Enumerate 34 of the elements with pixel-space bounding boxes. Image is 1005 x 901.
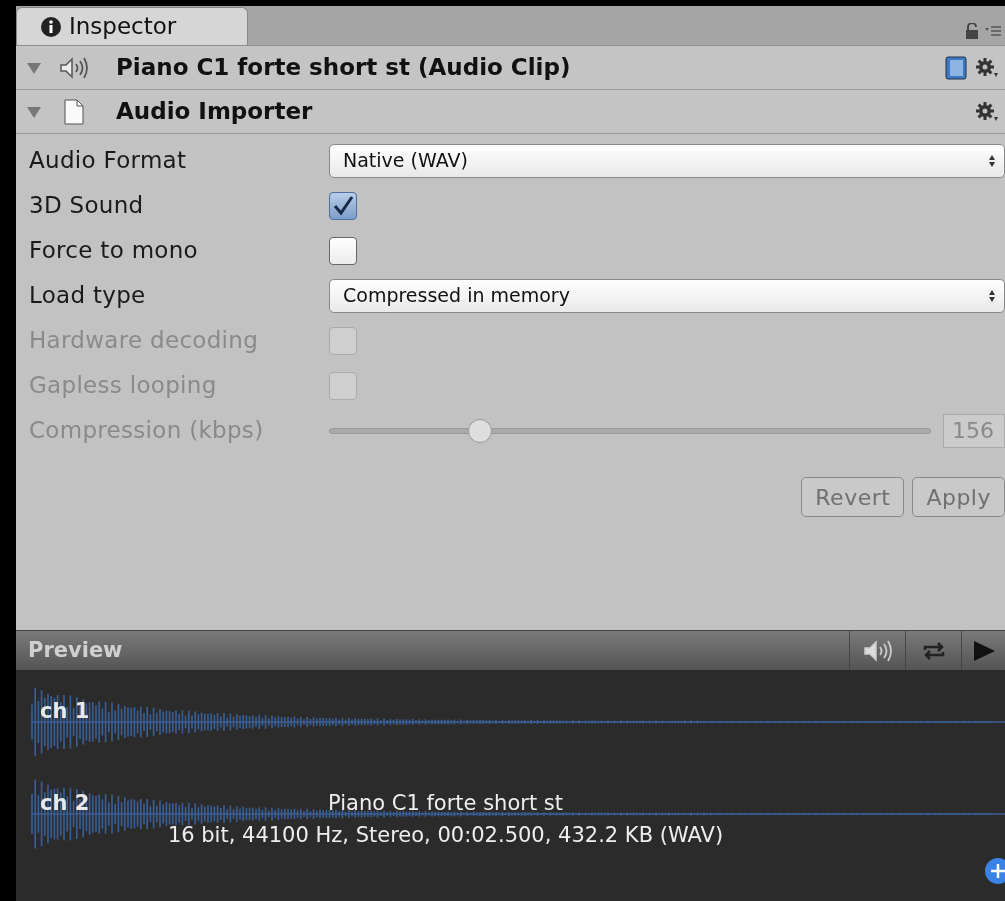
inspector-tab[interactable]: Inspector: [16, 7, 248, 45]
dropdown[interactable]: Compressed in memory: [329, 278, 1005, 313]
checkbox[interactable]: [329, 191, 357, 220]
property-label: Force to mono: [29, 236, 199, 266]
add-icon[interactable]: [985, 858, 1005, 884]
property-label: Compression (kbps): [29, 416, 265, 446]
property-label: Audio Format: [29, 146, 188, 176]
settings-icon[interactable]: [975, 56, 999, 79]
lock-icon[interactable]: [965, 23, 979, 39]
up-down-arrows-icon: [988, 153, 996, 168]
menu-icon[interactable]: [985, 25, 1001, 37]
settings-icon[interactable]: [975, 100, 999, 123]
speaker-icon: [59, 55, 89, 80]
property-label: Load type: [29, 281, 147, 311]
up-down-arrows-icon: [988, 288, 996, 303]
channel-label: ch 2: [40, 790, 90, 817]
clip-info: 16 bit, 44100 Hz, Stereo, 00:02.500, 432.2 KB (WAV): [167, 821, 724, 849]
channel-label: ch 1: [40, 698, 90, 725]
speaker-icon[interactable]: [862, 638, 893, 663]
property-label: 3D Sound: [29, 191, 145, 221]
foldout-triangle-icon[interactable]: [26, 104, 42, 119]
foldout-triangle-icon[interactable]: [26, 60, 42, 75]
document-icon: [64, 98, 84, 125]
checkmark-icon: [332, 194, 354, 217]
component-title: Audio Importer: [115, 97, 314, 127]
checkbox[interactable]: [329, 236, 357, 265]
dropdown[interactable]: Native (WAV): [329, 143, 1005, 178]
info-icon: [41, 16, 61, 37]
preview-title: Preview: [27, 636, 123, 664]
property-label: Gapless looping: [29, 371, 218, 401]
component-title: Piano C1 forte short st (Audio Clip): [115, 53, 572, 83]
property-label: Hardware decoding: [29, 326, 260, 356]
clip-name: Piano C1 forte short st: [328, 790, 563, 817]
play-icon: [971, 639, 996, 662]
